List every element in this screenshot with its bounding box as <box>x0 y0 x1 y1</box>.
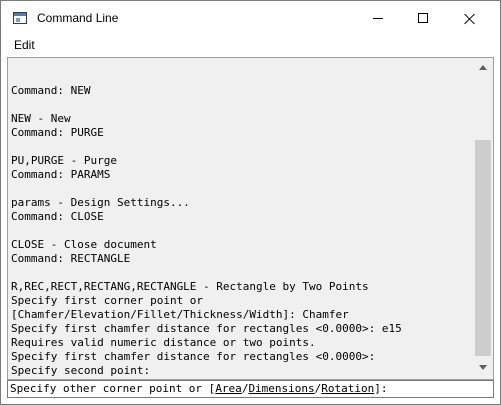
history-line: Specify first chamfer distance for recta… <box>11 350 376 363</box>
menu-bar: Edit <box>1 36 500 56</box>
minimize-icon <box>373 18 383 19</box>
minimize-button[interactable] <box>355 1 401 36</box>
history-line: Requires valid numeric distance or two p… <box>11 336 316 349</box>
history-line <box>11 266 471 280</box>
close-button[interactable] <box>447 1 493 36</box>
scroll-down-arrow-icon[interactable] <box>478 363 488 373</box>
command-prompt-input[interactable]: Specify other corner point or [Area/Dime… <box>7 380 494 398</box>
history-line <box>11 98 471 112</box>
history-line <box>11 70 471 84</box>
history-line: Specify second point: <box>11 364 151 377</box>
maximize-button[interactable] <box>401 1 447 36</box>
history-line: Command: RECTANGLE <box>11 252 131 265</box>
history-line: Command: PARAMS <box>11 168 111 181</box>
command-window-icon <box>13 12 27 24</box>
history-line: R,REC,RECT,RECTANG,RECTANGLE - Rectangle… <box>11 280 369 293</box>
maximize-icon <box>418 13 428 23</box>
prompt-text: Specify other corner point or [ <box>10 382 216 395</box>
history-line: [Chamfer/Elevation/Fillet/Thickness/Widt… <box>11 308 349 321</box>
prompt-option-rotation[interactable]: Rotation <box>321 382 374 395</box>
history-line: Command: PURGE <box>11 126 104 139</box>
vertical-scrollbar[interactable] <box>473 58 493 379</box>
prompt-option-dimensions[interactable]: Dimensions <box>248 382 314 395</box>
prompt-option-area[interactable]: Area <box>215 382 242 395</box>
prompt-suffix: ]: <box>374 382 388 395</box>
title-bar[interactable]: Command Line <box>1 1 500 36</box>
command-line-window: Command Line Edit Command: NEW NEW - New C… <box>0 0 501 405</box>
close-icon <box>464 13 475 24</box>
history-line: CLOSE - Close document <box>11 238 157 251</box>
history-lines: Command: NEW NEW - New Command: PURGE PU,PU… <box>11 70 471 379</box>
window-title: Command Line <box>37 11 119 25</box>
menu-edit[interactable]: Edit <box>14 38 35 52</box>
history-line: Command: NEW <box>11 84 91 97</box>
history-line <box>11 182 471 196</box>
history-line: params - Design Settings... <box>11 196 190 209</box>
history-line: Command: CLOSE <box>11 210 104 223</box>
scroll-thumb[interactable] <box>475 140 491 356</box>
history-line: Specify first corner point or <box>11 294 204 307</box>
history-line <box>11 224 471 238</box>
history-line: Specify first chamfer distance for recta… <box>11 322 402 335</box>
history-line <box>11 140 471 154</box>
scroll-up-arrow-icon[interactable] <box>478 63 488 73</box>
history-line: NEW - New <box>11 112 71 125</box>
history-line: PU,PURGE - Purge <box>11 154 117 167</box>
command-history[interactable]: Command: NEW NEW - New Command: PURGE PU,PU… <box>7 57 494 380</box>
